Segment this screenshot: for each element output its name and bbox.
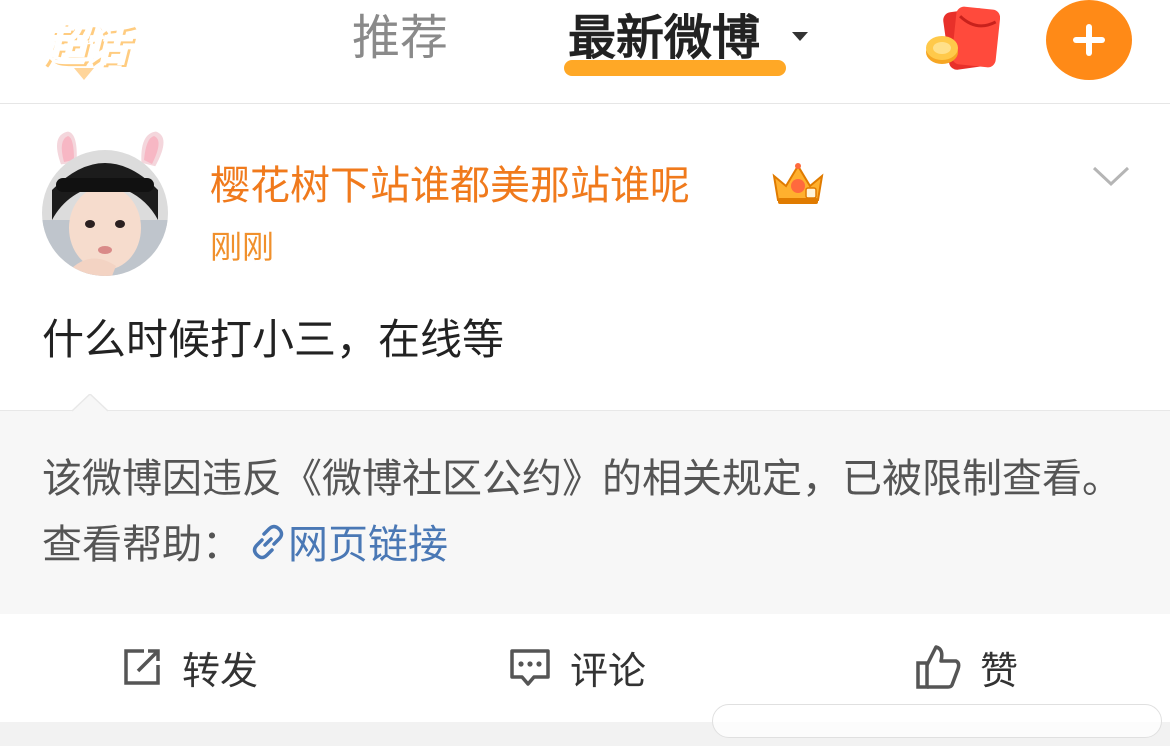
plus-button[interactable] [1046, 0, 1132, 80]
chaohua-logo[interactable]: 超话 [30, 10, 138, 80]
comment-icon [510, 649, 550, 686]
tab-latest-label: 最新微博 [568, 10, 761, 66]
notice-pointer [71, 392, 109, 412]
repost-label: 转发 [182, 648, 259, 693]
notice-message: 该微博因违反《微博社区公约》的相关规定，已被限制查看。查看帮助： [42, 456, 1122, 568]
repost-icon [124, 649, 160, 685]
top-bar: 超话 推荐 最新微博 [0, 0, 1170, 104]
chaohua-logo-tail [74, 68, 94, 80]
tab-latest-weibo[interactable]: 最新微博 [568, 6, 760, 70]
caret-down-icon[interactable] [792, 32, 808, 41]
notice-text-block: 该微博因违反《微博社区公约》的相关规定，已被限制查看。查看帮助： 网页链接 [42, 446, 1132, 578]
crown-badge-icon[interactable] [768, 160, 828, 208]
avatar[interactable] [34, 124, 184, 276]
watermark-overlay [712, 704, 1162, 738]
plus-icon [1073, 24, 1105, 56]
like-icon [916, 645, 961, 689]
repost-button[interactable]: 转发 [120, 642, 259, 693]
comment-button[interactable]: 评论 [508, 642, 647, 693]
chaohua-logo-text: 超话 [41, 19, 129, 72]
avatar-photo [42, 150, 168, 276]
red-packet-icon[interactable] [924, 6, 1001, 76]
post-text: 什么时候打小三，在线等 [42, 315, 505, 364]
tab-recommend[interactable]: 推荐 [352, 6, 448, 70]
web-link[interactable]: 网页链接 [288, 522, 448, 568]
comment-label: 评论 [570, 648, 647, 693]
username[interactable]: 樱花树下站谁都美那站谁呢 [210, 160, 690, 212]
like-button[interactable]: 赞 [914, 642, 1019, 693]
link-icon[interactable] [248, 516, 288, 560]
post-time: 刚刚 [210, 228, 275, 266]
chevron-down-icon[interactable] [1090, 160, 1132, 192]
like-label: 赞 [980, 648, 1019, 693]
